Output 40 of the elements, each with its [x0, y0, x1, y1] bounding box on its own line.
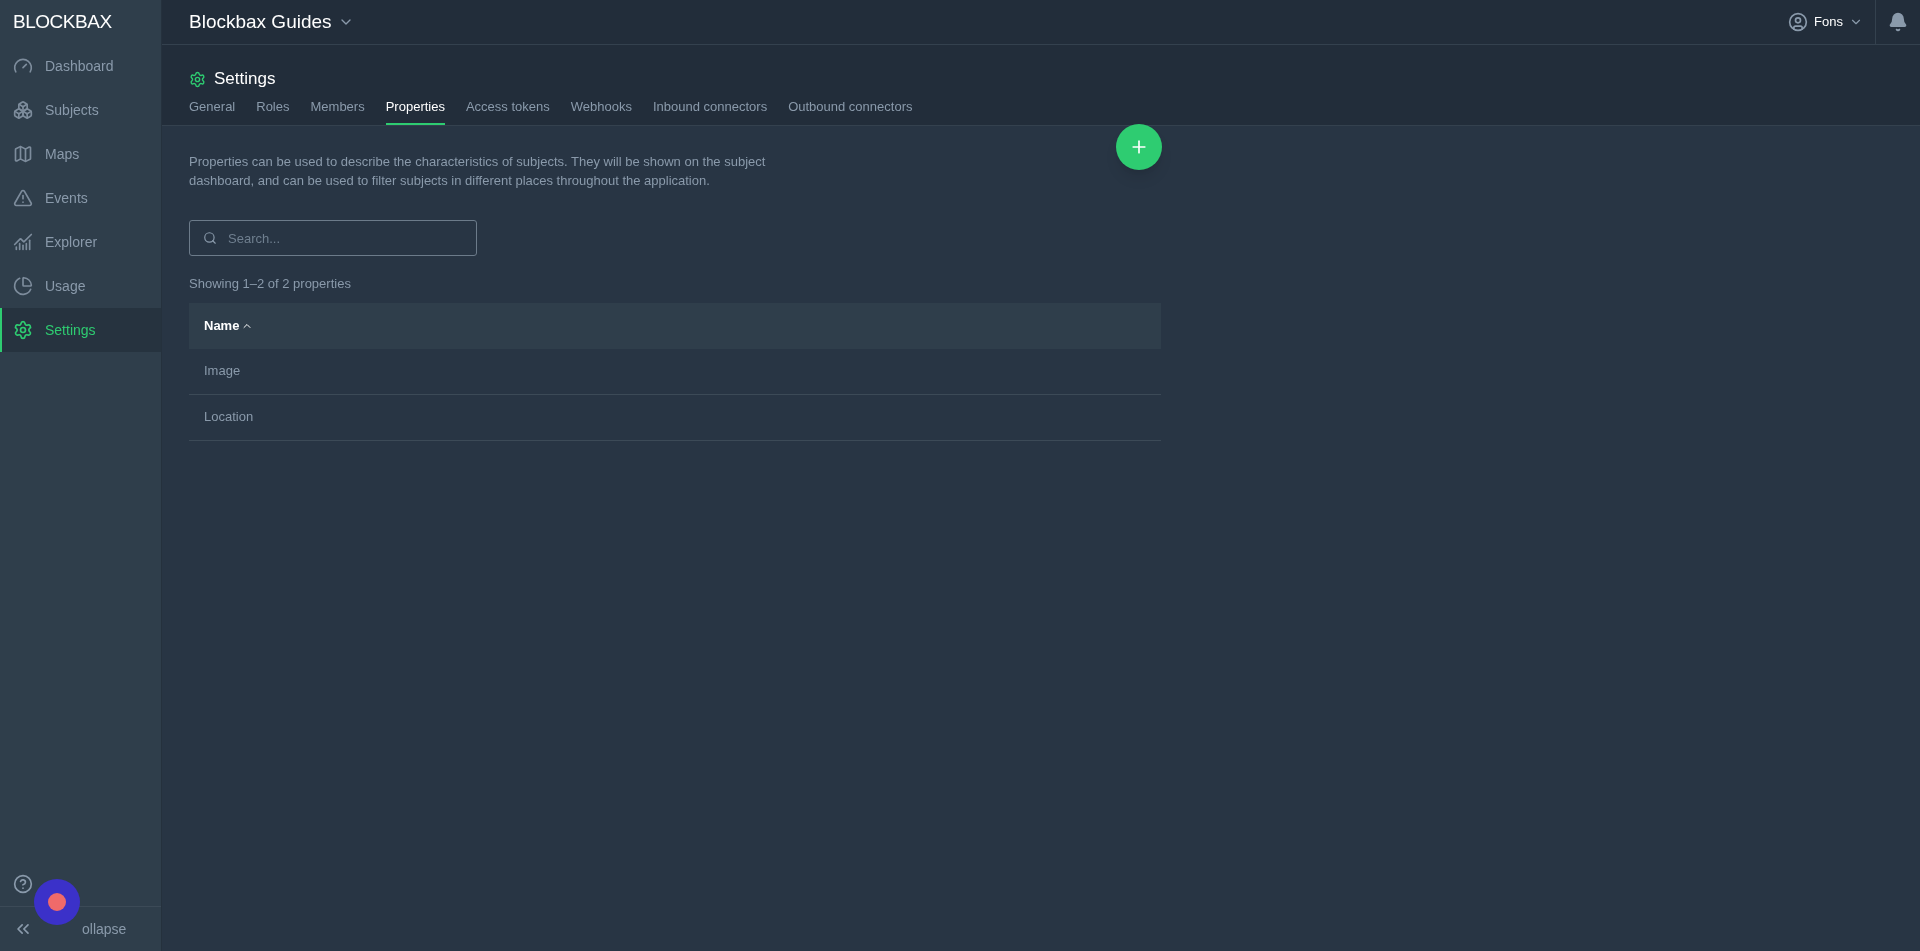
record-button[interactable] [34, 879, 80, 925]
page-title: Settings [214, 68, 276, 91]
column-header[interactable]: Name [204, 315, 254, 336]
table-cell[interactable]: Location [204, 407, 254, 427]
result-count: Showing 1–2 of 2 properties [189, 275, 352, 293]
gauge-icon [13, 56, 33, 76]
settings-icon [189, 70, 206, 88]
project-selector[interactable]: Blockbax Guides [189, 7, 354, 37]
table-cell[interactable]: Image [204, 361, 241, 381]
sidebar-item[interactable]: Dashboard [0, 44, 161, 88]
tab[interactable]: Webhooks [570, 97, 632, 125]
boxes-icon [13, 100, 33, 120]
add-button[interactable] [1116, 124, 1162, 170]
sidebar-item[interactable]: Explorer [0, 220, 161, 264]
help-icon[interactable] [13, 874, 33, 894]
sidebar-item[interactable]: Events [0, 176, 161, 220]
tab[interactable]: General [189, 97, 236, 125]
tab[interactable]: Outbound connectors [788, 97, 913, 125]
user-avatar-icon [1788, 12, 1809, 32]
sidebar-item[interactable]: Maps [0, 132, 161, 176]
sidebar-item[interactable]: Settings [0, 308, 161, 352]
search-field[interactable]: Search... [189, 220, 477, 256]
notifications-icon[interactable] [1888, 12, 1908, 32]
logo[interactable]: BLOCKBAX [13, 7, 112, 37]
user-menu[interactable]: Fons [1788, 12, 1875, 32]
tab[interactable]: Inbound connectors [652, 97, 768, 125]
map-icon [13, 144, 33, 164]
tab[interactable]: Properties [385, 97, 445, 125]
settings-icon [13, 320, 33, 340]
tab[interactable]: Members [310, 97, 365, 125]
sidebar-item[interactable]: Usage [0, 264, 161, 308]
chart-icon [13, 232, 33, 252]
sidebar-item[interactable]: Subjects [0, 88, 161, 132]
collapse-label[interactable]: ollapse [82, 918, 127, 940]
tab[interactable]: Access tokens [465, 97, 550, 125]
description: Properties can be used to describe the characteristics of subjects. They will be shown on the subject dashboard, and can be used to filter subjects in different places throughout the application. [189, 153, 767, 190]
search-icon [203, 231, 217, 245]
tab[interactable]: Roles [256, 97, 290, 125]
pie-chart-icon [13, 276, 33, 296]
warning-icon [13, 188, 33, 208]
